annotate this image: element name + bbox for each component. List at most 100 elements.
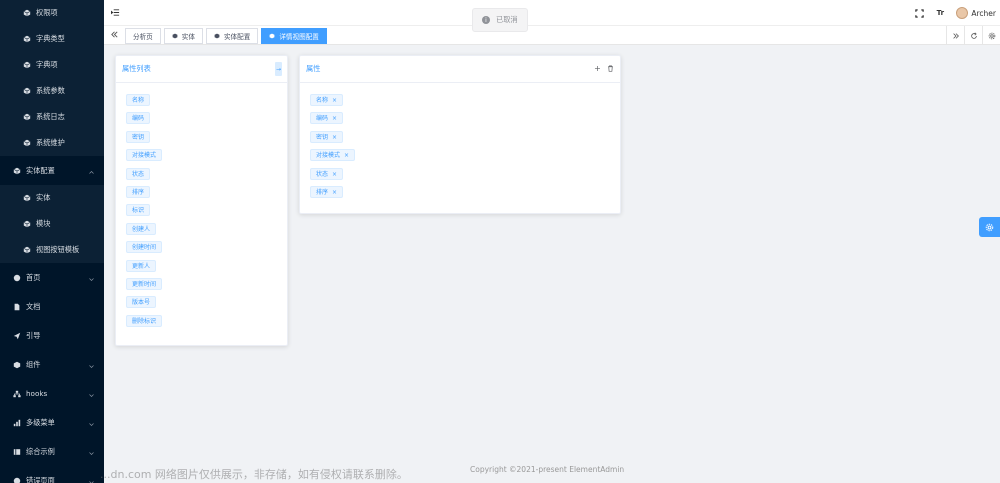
cube-icon (23, 35, 31, 43)
sidebar-item-13[interactable]: 组件 (0, 350, 104, 379)
sidebar-item-7[interactable]: 实体 (0, 185, 104, 211)
sidebar-item-16[interactable]: 综合示例 (0, 437, 104, 466)
list-item: 删除标识 (126, 314, 277, 333)
cube-icon (23, 9, 31, 17)
sidebar-item-4[interactable]: 系统日志 (0, 104, 104, 130)
settings-icon[interactable] (982, 26, 1000, 45)
sidebar-item-9[interactable]: 视图按钮模板 (0, 237, 104, 263)
close-icon[interactable]: × (344, 152, 349, 159)
selected-attribute-tag[interactable]: 编码 × (310, 112, 344, 125)
selected-attribute-tag[interactable]: 对接模式 × (310, 149, 356, 162)
sidebar-item-15[interactable]: 多级菜单 (0, 408, 104, 437)
tag-label: 名称 (316, 97, 329, 104)
attribute-tag[interactable]: 密钥 (126, 130, 151, 143)
list-item: 状态 × (310, 167, 610, 186)
cube-icon (23, 87, 31, 95)
attribute-list-title: 属性列表 (122, 64, 151, 73)
list-item: 创建人 (126, 222, 277, 241)
sidebar-item-17[interactable]: 错误页面 (0, 466, 104, 483)
sidebar-item-0[interactable]: 权限项 (0, 0, 104, 26)
fullscreen-icon[interactable] (914, 8, 924, 18)
attribute-tag[interactable]: 编码 (126, 112, 151, 125)
sidebar-item-14[interactable]: hooks (0, 379, 104, 408)
attribute-tag[interactable]: 名称 (126, 94, 151, 106)
expand-button[interactable]: → (275, 62, 282, 76)
close-icon[interactable]: × (332, 171, 337, 178)
attribute-tag[interactable]: 创建人 (126, 222, 157, 235)
chevron-down-icon (89, 420, 94, 426)
list-item: 标识 (126, 204, 277, 222)
document-icon (13, 303, 21, 311)
attribute-tag[interactable]: 对接模式 (126, 149, 163, 162)
attribute-tag[interactable]: 标识 (126, 204, 151, 217)
selected-attribute-tag[interactable]: 状态 × (310, 167, 344, 180)
example-icon (13, 448, 21, 456)
sidebar-item-label: 系统维护 (36, 138, 65, 147)
sidebar-item-12[interactable]: 引导 (0, 321, 104, 350)
cube-icon (269, 33, 275, 39)
attribute-tag[interactable]: 更新时间 (126, 277, 163, 290)
sidebar: 权限项字典类型字典项 系统参数 系统日志系统维护实体配置 实体 模块视图按钮模板首页文档… (0, 0, 104, 483)
delete-icon[interactable] (606, 64, 615, 73)
username[interactable]: Archer (971, 9, 996, 18)
avatar[interactable] (956, 7, 969, 19)
list-item: 版本号 (126, 296, 277, 314)
error-icon (13, 477, 21, 483)
sidebar-item-label: 多级菜单 (26, 417, 55, 427)
sidebar-item-10[interactable]: 首页 (0, 263, 104, 292)
sidebar-item-label: 综合示例 (26, 446, 55, 456)
sidebar-item-2[interactable]: 字典项 (0, 52, 104, 78)
tab-label: 实体 (181, 32, 195, 41)
tab-3[interactable]: 详情视图配置 (261, 27, 327, 44)
tab-2[interactable]: 实体配置 (205, 27, 259, 44)
attribute-tag[interactable]: 状态 (126, 167, 151, 180)
attribute-list-card: 属性列表 → 名称编码密钥对接模式状态排序标识创建人创建时间更新人更新时间版本号… (115, 55, 288, 346)
sidebar-item-6[interactable]: 实体配置 (0, 156, 104, 185)
menu-fold-icon[interactable] (110, 8, 120, 17)
list-item: 编码 × (310, 112, 610, 130)
attribute-tag[interactable]: 更新人 (126, 259, 157, 272)
sidebar-item-11[interactable]: 文档 (0, 292, 104, 321)
selected-attribute-tag[interactable]: 排序 × (310, 185, 344, 198)
sidebar-item-8[interactable]: 模块 (0, 211, 104, 237)
floating-settings-button[interactable] (979, 217, 1000, 237)
sidebar-item-label: 首页 (26, 272, 41, 282)
selected-attribute-tag[interactable]: 名称 × (310, 94, 344, 106)
close-icon[interactable]: × (332, 115, 337, 122)
sidebar-item-1[interactable]: 字典类型 (0, 26, 104, 52)
sidebar-menu: 权限项字典类型字典项 系统参数 系统日志系统维护实体配置 实体 模块视图按钮模板首页文档… (0, 0, 104, 483)
attribute-header: 属性 + (300, 56, 620, 83)
tab-1[interactable]: 实体 (163, 27, 203, 44)
sidebar-item-label: 错误页面 (26, 475, 55, 483)
tab-0[interactable]: 分析页 (125, 27, 161, 44)
sidebar-item-3[interactable]: 系统参数 (0, 78, 104, 104)
sidebar-item-label: 视图按钮模板 (36, 245, 80, 254)
list-item: 密钥 × (310, 130, 610, 149)
scroll-right-icon[interactable] (946, 26, 964, 45)
cube-icon (23, 113, 31, 121)
attribute-tag[interactable]: 排序 (126, 185, 151, 198)
list-item: 排序 (126, 185, 277, 204)
tags-view: 分析页 实体 实体配置 详情视图配置 (104, 26, 1000, 45)
close-icon[interactable]: × (332, 189, 337, 196)
info-icon: i (482, 16, 490, 24)
sidebar-item-label: 字典类型 (36, 34, 65, 43)
refresh-icon[interactable] (964, 26, 982, 45)
tag-label: 状态 (316, 170, 329, 178)
list-item: 对接模式 × (310, 149, 610, 167)
scroll-left-icon[interactable] (110, 30, 119, 39)
sidebar-item-5[interactable]: 系统维护 (0, 130, 104, 156)
add-icon[interactable]: + (593, 64, 602, 73)
selected-attribute-tag[interactable]: 密钥 × (310, 130, 344, 143)
list-item: 状态 (126, 167, 277, 186)
attribute-tag[interactable]: 版本号 (126, 296, 157, 309)
close-icon[interactable]: × (332, 97, 337, 104)
sidebar-item-label: 权限项 (36, 8, 58, 17)
font-size-icon[interactable]: Tr (935, 8, 945, 18)
attribute-tag[interactable]: 创建时间 (126, 241, 163, 254)
chart-icon (13, 419, 21, 427)
footer-copyright: Copyright ©2021-present ElementAdmin (470, 465, 625, 474)
attribute-tag[interactable]: 删除标识 (126, 314, 163, 327)
chevron-down-icon (89, 362, 94, 368)
close-icon[interactable]: × (332, 134, 337, 141)
